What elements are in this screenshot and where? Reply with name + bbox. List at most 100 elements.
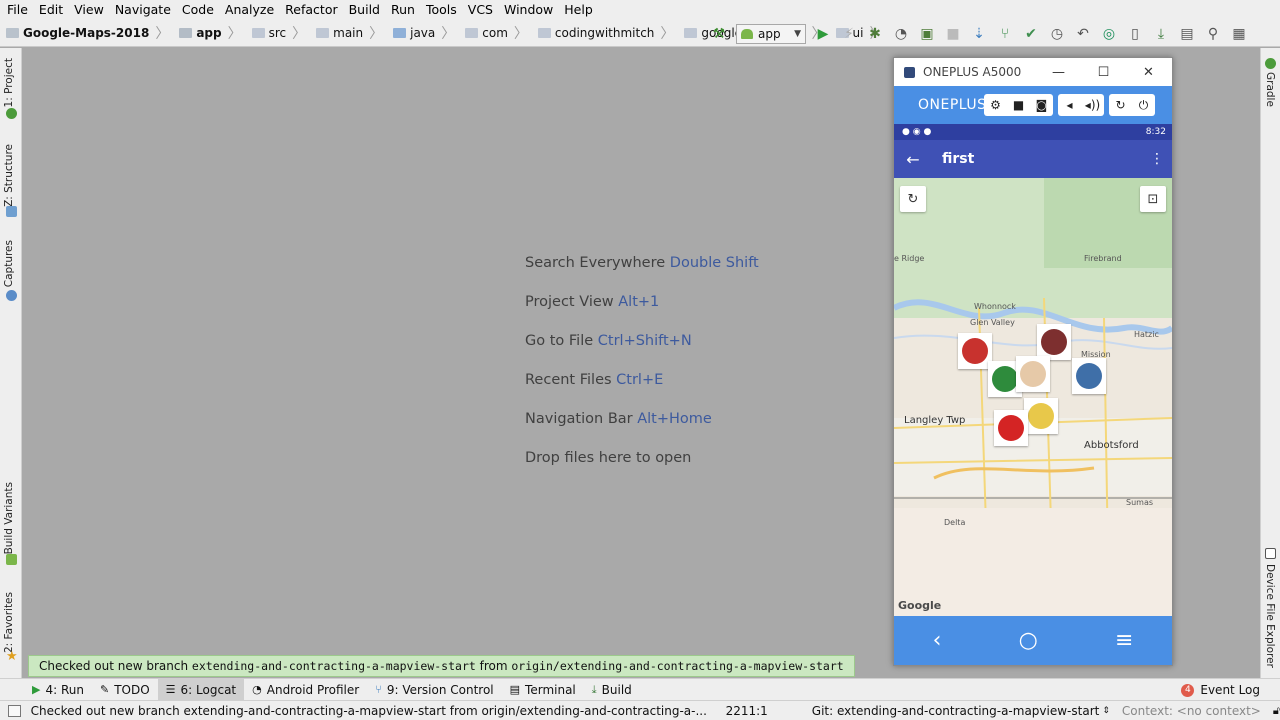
device-window-titlebar[interactable]: ONEPLUS A5000 — ☐ ✕	[894, 58, 1172, 86]
tab-todo[interactable]: ✎ TODO	[92, 679, 158, 701]
git-branch-widget[interactable]: Git: extending-and-contracting-a-mapview…	[812, 704, 1100, 718]
menu-navigate[interactable]: Navigate	[110, 0, 177, 20]
menu-code[interactable]: Code	[177, 0, 220, 20]
menu-bar: File Edit View Navigate Code Analyze Ref…	[0, 0, 1280, 20]
record-video-icon[interactable]: ■	[1007, 94, 1030, 116]
menu-edit[interactable]: Edit	[34, 0, 69, 20]
menu-file[interactable]: File	[2, 0, 34, 20]
tab-gradle[interactable]: Gradle	[1264, 72, 1276, 107]
user-marker[interactable]	[1016, 356, 1050, 392]
search-icon[interactable]: ⚲	[1200, 20, 1226, 47]
run-configuration-select[interactable]: app ▼	[736, 23, 806, 44]
run-icon[interactable]: ▶	[810, 20, 836, 47]
close-icon[interactable]: ✕	[1126, 58, 1171, 86]
camera-icon[interactable]: ◙	[1030, 94, 1053, 116]
breadcrumb-project[interactable]: Google-Maps-2018 〉	[0, 20, 173, 47]
hint-recent-files: Recent Files Ctrl+E	[525, 372, 664, 388]
settings-icon[interactable]: ⚙	[984, 94, 1007, 116]
user-marker[interactable]	[1072, 358, 1106, 394]
tab-build-variants[interactable]: Build Variants	[3, 482, 15, 554]
vcs-commit-icon[interactable]: ✔	[1018, 20, 1044, 47]
menu-run[interactable]: Run	[386, 0, 421, 20]
vcs-icon: ⑂	[375, 683, 382, 696]
maximize-icon[interactable]: ☐	[1081, 58, 1126, 86]
user-marker[interactable]	[1024, 398, 1058, 434]
recenter-icon[interactable]: ⊡	[1140, 186, 1166, 212]
tab-event-log[interactable]: 4 Event Log	[1181, 679, 1260, 701]
android-icon	[741, 28, 753, 39]
revert-icon[interactable]: ↶	[1070, 20, 1096, 47]
tab-logcat[interactable]: ☰ 6: Logcat	[157, 678, 245, 701]
menu-help[interactable]: Help	[559, 0, 599, 20]
menu-analyze[interactable]: Analyze	[220, 0, 280, 20]
back-arrow-icon[interactable]: ←	[894, 150, 932, 169]
tab-version-control[interactable]: ⑂ 9: Version Control	[367, 679, 501, 701]
context-widget[interactable]: Context: <no context>	[1122, 704, 1261, 718]
stop-icon[interactable]: ■	[940, 20, 966, 47]
chevron-down-icon: ▼	[794, 28, 801, 39]
attach-debugger-icon[interactable]: ▣	[914, 20, 940, 47]
volume-down-icon[interactable]: ◂	[1058, 94, 1081, 116]
profile-icon[interactable]: ◔	[888, 20, 914, 47]
tab-structure[interactable]: Z: Structure	[3, 144, 15, 207]
module-folder-icon	[179, 28, 193, 38]
nav-back-icon[interactable]: ‹	[933, 628, 942, 653]
sync-icon[interactable]: ⇣	[966, 20, 992, 47]
menu-tools[interactable]: Tools	[421, 0, 463, 20]
volume-up-icon[interactable]: ◂))	[1081, 94, 1104, 116]
user-marker[interactable]	[1037, 324, 1071, 360]
tab-android-profiler[interactable]: ◔ Android Profiler	[244, 679, 367, 701]
rotate-icon[interactable]: ↻	[1109, 94, 1132, 116]
tab-terminal[interactable]: ▤ Terminal	[502, 679, 584, 701]
breadcrumb-main[interactable]: main 〉	[310, 20, 387, 47]
caret-position[interactable]: 2211:1	[726, 704, 768, 718]
source-folder-icon	[393, 28, 407, 38]
user-marker[interactable]	[958, 333, 992, 369]
breadcrumb-codingwithmitch[interactable]: codingwithmitch 〉	[532, 20, 679, 47]
power-icon[interactable]: ⏻	[1132, 94, 1155, 116]
app-title: first	[942, 151, 975, 167]
inspect-icon[interactable]: ▦	[1226, 20, 1252, 47]
menu-build[interactable]: Build	[344, 0, 386, 20]
tab-build[interactable]: ⤓ Build	[584, 679, 640, 701]
refresh-icon[interactable]: ↻	[900, 186, 926, 212]
nav-recents-icon[interactable]: ≡	[1115, 628, 1133, 653]
tab-favorites[interactable]: 2: Favorites	[3, 592, 15, 653]
gradle-sync-icon[interactable]: ◎	[1096, 20, 1122, 47]
app-toolbar: ← first ⋮	[894, 140, 1172, 178]
apply-changes-icon[interactable]: ⚡	[836, 20, 862, 47]
tool-windows-toggle-icon[interactable]	[8, 704, 21, 717]
tab-device-file-explorer[interactable]: Device File Explorer	[1264, 564, 1276, 668]
menu-vcs[interactable]: VCS	[463, 0, 499, 20]
map-view[interactable]: ↻ ⊡ e Ridge Firebrand Whonnock Glen Vall…	[894, 178, 1172, 616]
nav-home-icon[interactable]: ○	[1019, 628, 1038, 653]
menu-window[interactable]: Window	[499, 0, 559, 20]
debug-icon[interactable]: ✱	[862, 20, 888, 47]
sdk-manager-icon[interactable]: ⤓	[1148, 20, 1174, 47]
lock-icon[interactable]: 🔓︎	[1273, 704, 1280, 718]
make-project-icon[interactable]: ⚒	[706, 20, 732, 47]
map-background	[894, 178, 1172, 616]
status-message[interactable]: Checked out new branch extending-and-con…	[31, 704, 708, 718]
breadcrumb-module[interactable]: app 〉	[173, 20, 245, 47]
tab-run-label: 4: Run	[45, 682, 84, 697]
menu-refactor[interactable]: Refactor	[280, 0, 343, 20]
tab-project[interactable]: 1: Project	[3, 58, 15, 107]
breadcrumb-src[interactable]: src 〉	[246, 20, 311, 47]
minimize-icon[interactable]: —	[1036, 58, 1081, 86]
tab-run[interactable]: ▶ 4: Run	[24, 679, 92, 701]
menu-view[interactable]: View	[69, 0, 110, 20]
avd-manager-icon[interactable]: ▯	[1122, 20, 1148, 47]
overflow-menu-icon[interactable]: ⋮	[1142, 151, 1172, 167]
breadcrumb-java[interactable]: java 〉	[387, 20, 459, 47]
project-structure-icon[interactable]: ▤	[1174, 20, 1200, 47]
user-marker[interactable]	[994, 410, 1028, 446]
vcs-notification-balloon[interactable]: Checked out new branch extending-and-con…	[28, 655, 855, 677]
vcs-history-icon[interactable]: ◷	[1044, 20, 1070, 47]
breadcrumb-com[interactable]: com 〉	[459, 20, 532, 47]
avatar	[992, 366, 1018, 392]
tab-captures[interactable]: Captures	[3, 240, 15, 287]
vysor-app-icon	[904, 66, 915, 78]
vcs-update-icon[interactable]: ⑂	[992, 20, 1018, 47]
map-label-delta: Delta	[944, 518, 966, 527]
